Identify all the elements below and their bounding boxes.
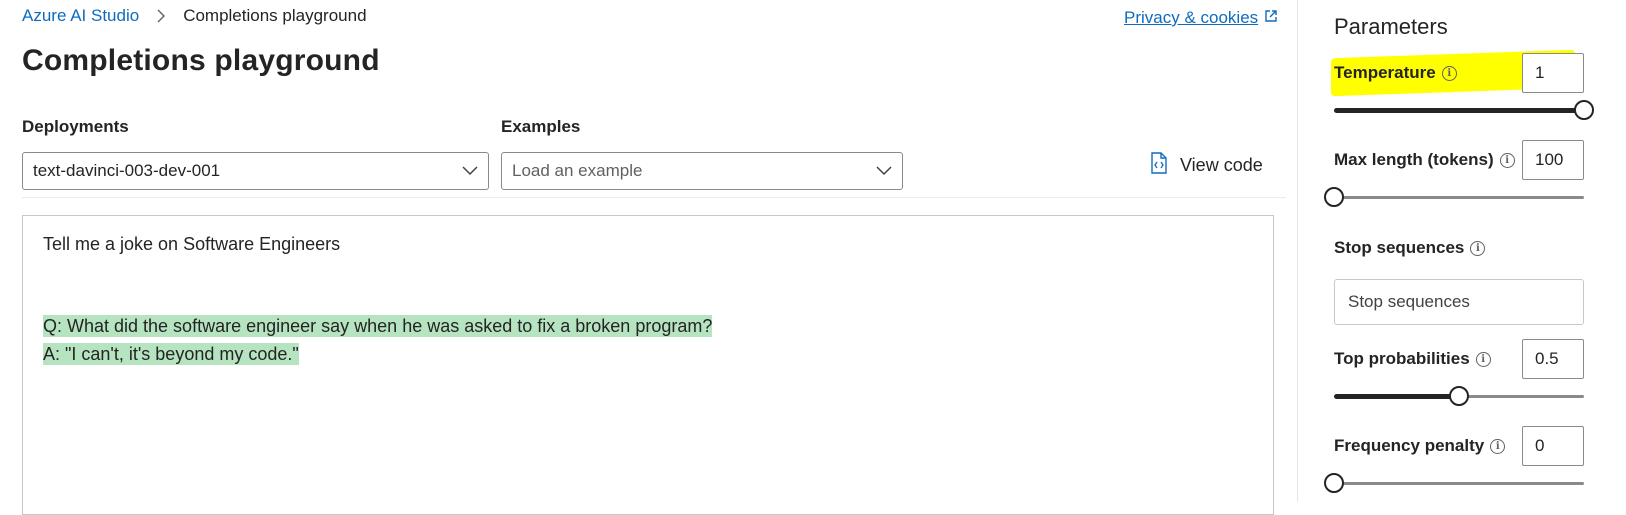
breadcrumb-root-link[interactable]: Azure AI Studio bbox=[22, 6, 139, 26]
top-probabilities-value: 0.5 bbox=[1535, 349, 1559, 368]
panel-divider bbox=[1297, 0, 1298, 502]
temperature-label: Temperature i bbox=[1334, 63, 1457, 83]
chevron-down-icon bbox=[462, 161, 478, 181]
stop-sequences-placeholder: Stop sequences bbox=[1348, 292, 1470, 311]
completion-editor[interactable]: Tell me a joke on Software Engineers Q: … bbox=[22, 215, 1274, 515]
completion-line: Q: What did the software engineer say wh… bbox=[43, 315, 713, 337]
top-probabilities-slider[interactable] bbox=[1334, 386, 1584, 406]
completion-output: Q: What did the software engineer say wh… bbox=[43, 312, 713, 368]
view-code-button[interactable]: View code bbox=[1150, 152, 1263, 179]
max-length-label-text: Max length (tokens) bbox=[1334, 150, 1494, 169]
privacy-link[interactable]: Privacy & cookies bbox=[1124, 8, 1278, 28]
code-file-icon bbox=[1150, 152, 1168, 179]
examples-select[interactable]: Load an example bbox=[501, 152, 903, 190]
frequency-penalty-input[interactable]: 0 bbox=[1522, 426, 1584, 466]
examples-placeholder: Load an example bbox=[512, 161, 643, 180]
page-title: Completions playground bbox=[22, 44, 380, 77]
temperature-value: 1 bbox=[1535, 63, 1545, 82]
info-icon[interactable]: i bbox=[1441, 65, 1457, 81]
max-length-label: Max length (tokens) i bbox=[1334, 150, 1515, 170]
chevron-right-icon bbox=[153, 8, 169, 24]
info-icon[interactable]: i bbox=[1499, 152, 1515, 168]
privacy-label: Privacy & cookies bbox=[1124, 8, 1259, 27]
slider-thumb[interactable] bbox=[1324, 473, 1344, 493]
breadcrumb: Azure AI Studio Completions playground bbox=[22, 6, 367, 26]
frequency-penalty-slider[interactable] bbox=[1324, 473, 1584, 493]
breadcrumb-current: Completions playground bbox=[183, 6, 367, 25]
parameters-title: Parameters bbox=[1334, 14, 1448, 39]
deployments-value: text-davinci-003-dev-001 bbox=[33, 161, 221, 180]
temperature-label-text: Temperature bbox=[1334, 63, 1436, 82]
prompt-text: Tell me a joke on Software Engineers bbox=[43, 234, 341, 254]
top-probabilities-label-text: Top probabilities bbox=[1334, 349, 1470, 368]
stop-sequences-input[interactable]: Stop sequences bbox=[1334, 279, 1584, 325]
max-length-value: 100 bbox=[1535, 150, 1564, 169]
info-icon[interactable]: i bbox=[1470, 240, 1486, 256]
info-icon[interactable]: i bbox=[1490, 438, 1506, 454]
stop-sequences-label: Stop sequences i bbox=[1334, 238, 1486, 258]
top-probabilities-input[interactable]: 0.5 bbox=[1522, 339, 1584, 379]
slider-thumb[interactable] bbox=[1324, 187, 1344, 207]
slider-thumb[interactable] bbox=[1449, 386, 1469, 406]
temperature-slider[interactable] bbox=[1334, 100, 1594, 120]
top-probabilities-label: Top probabilities i bbox=[1334, 349, 1491, 369]
info-icon[interactable]: i bbox=[1475, 351, 1491, 367]
completion-line: A: "I can't, it's beyond my code." bbox=[43, 343, 299, 365]
temperature-input[interactable]: 1 bbox=[1522, 53, 1584, 93]
deployments-label: Deployments bbox=[22, 117, 129, 136]
stop-sequences-label-text: Stop sequences bbox=[1334, 238, 1465, 257]
frequency-penalty-value: 0 bbox=[1535, 436, 1545, 455]
max-length-slider[interactable] bbox=[1324, 187, 1584, 207]
slider-thumb[interactable] bbox=[1574, 100, 1594, 120]
frequency-penalty-label-text: Frequency penalty bbox=[1334, 436, 1485, 455]
view-code-label: View code bbox=[1180, 155, 1263, 175]
divider bbox=[22, 197, 1286, 198]
deployments-select[interactable]: text-davinci-003-dev-001 bbox=[22, 152, 489, 190]
chevron-down-icon bbox=[876, 161, 892, 181]
max-length-input[interactable]: 100 bbox=[1522, 140, 1584, 180]
open-external-icon bbox=[1264, 8, 1278, 28]
examples-label: Examples bbox=[501, 117, 581, 136]
frequency-penalty-label: Frequency penalty i bbox=[1334, 436, 1506, 456]
